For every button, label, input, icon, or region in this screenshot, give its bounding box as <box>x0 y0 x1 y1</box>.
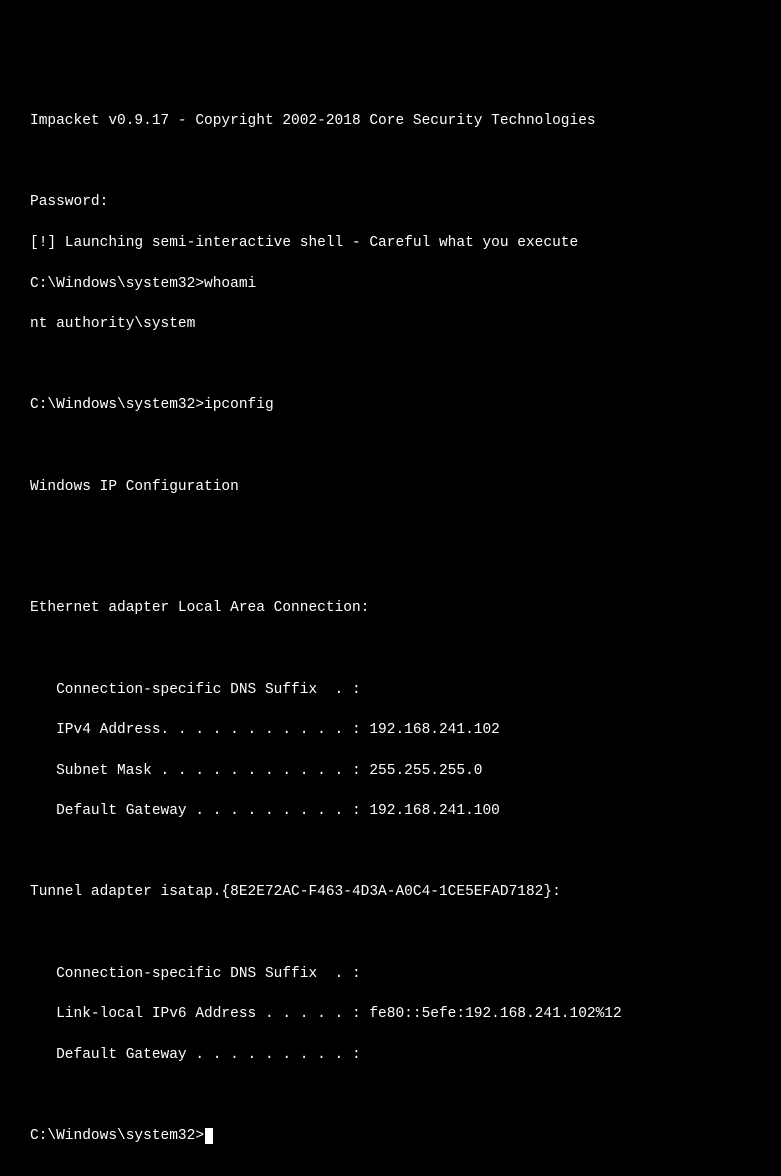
blank-line <box>30 1085 751 1105</box>
prompt: C:\Windows\system32> <box>30 276 204 292</box>
shell-launch-msg: [!] Launching semi-interactive shell - C… <box>30 233 751 253</box>
blank-line <box>30 842 751 862</box>
blank-line <box>30 923 751 943</box>
blank-line <box>30 517 751 537</box>
password-prompt: Password: <box>30 192 751 212</box>
ipconfig-header: Windows IP Configuration <box>30 477 751 497</box>
blank-line <box>30 152 751 172</box>
cmd-ipconfig: ipconfig <box>204 397 274 413</box>
eth-subnet-mask: Subnet Mask . . . . . . . . . . . : 255.… <box>30 761 751 781</box>
cmd-whoami-line: C:\Windows\system32>whoami <box>30 274 751 294</box>
tunnel-adapter-header: Tunnel adapter isatap.{8E2E72AC-F463-4D3… <box>30 882 751 902</box>
tun-default-gateway: Default Gateway . . . . . . . . . : <box>30 1045 751 1065</box>
eth-ipv4-address: IPv4 Address. . . . . . . . . . . : 192.… <box>30 720 751 740</box>
cmd-whoami: whoami <box>204 276 256 292</box>
prompt: C:\Windows\system32> <box>30 1126 204 1146</box>
whoami-output: nt authority\system <box>30 314 751 334</box>
tun-ipv6-address: Link-local IPv6 Address . . . . . : fe80… <box>30 1004 751 1024</box>
impacket-banner: Impacket v0.9.17 - Copyright 2002-2018 C… <box>30 111 751 131</box>
blank-line <box>30 436 751 456</box>
active-prompt-line[interactable]: C:\Windows\system32> <box>30 1126 751 1146</box>
cmd-ipconfig-line: C:\Windows\system32>ipconfig <box>30 395 751 415</box>
eth-default-gateway: Default Gateway . . . . . . . . . : 192.… <box>30 801 751 821</box>
cursor-icon <box>205 1128 213 1144</box>
tun-dns-suffix: Connection-specific DNS Suffix . : <box>30 964 751 984</box>
blank-line <box>30 355 751 375</box>
blank-line <box>30 639 751 659</box>
ethernet-adapter-header: Ethernet adapter Local Area Connection: <box>30 598 751 618</box>
prompt: C:\Windows\system32> <box>30 397 204 413</box>
blank-line <box>30 558 751 578</box>
eth-dns-suffix: Connection-specific DNS Suffix . : <box>30 680 751 700</box>
